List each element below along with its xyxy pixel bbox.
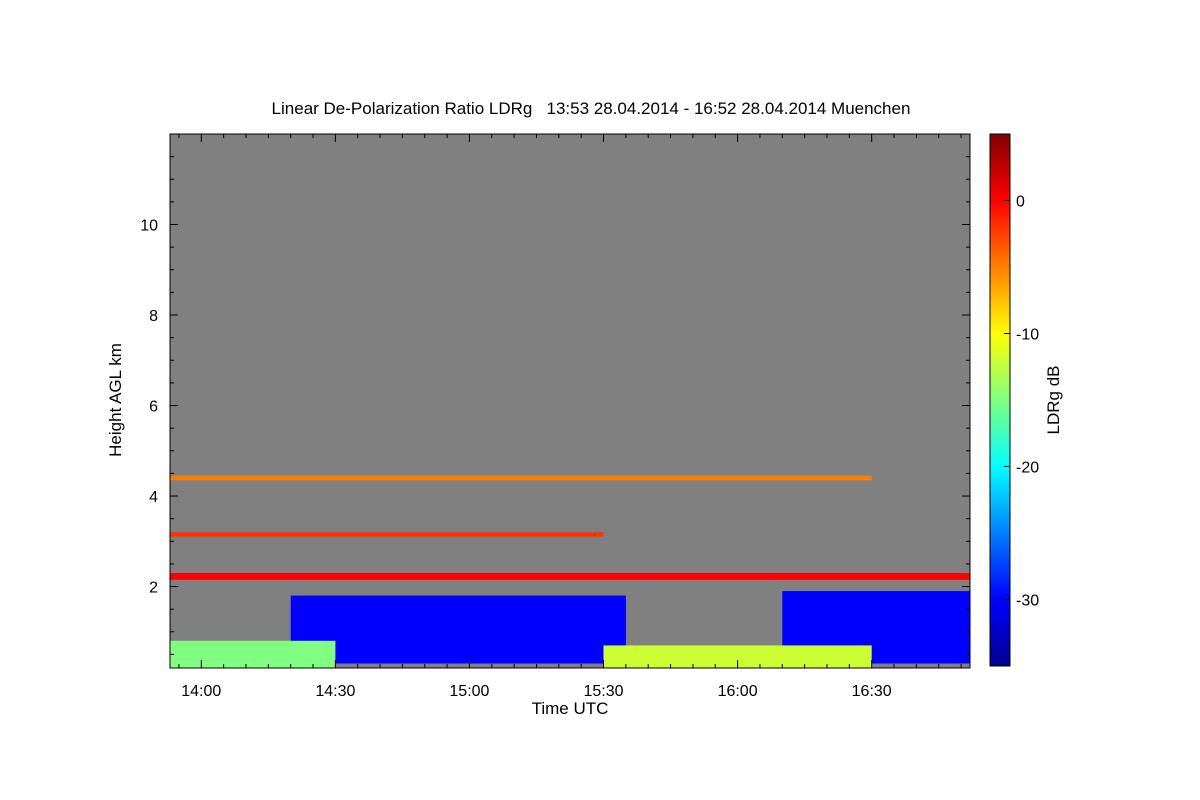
x-tick-label: 14:00 (181, 683, 221, 700)
x-tick-label: 16:30 (852, 683, 892, 700)
colorbar-gradient (989, 133, 1011, 667)
colorbar-label: LDRg dB (1044, 366, 1063, 435)
y-axis-label: Height AGL km (106, 343, 125, 457)
y-tick-label: 10 (140, 218, 158, 235)
chart: Linear De-Polarization Ratio LDRg 13:53 … (106, 99, 1063, 718)
y-tick-label: 8 (149, 308, 158, 325)
colorbar: 0 -10 -20 -30 LDRg dB (989, 133, 1063, 667)
y-tick-label: 6 (149, 399, 158, 416)
data-region-6 (170, 573, 970, 580)
plot-area (169, 133, 971, 669)
colorbar-tick-label: -30 (1016, 593, 1039, 610)
x-tick-label: 15:30 (583, 683, 623, 700)
data-region-0 (290, 595, 626, 664)
data-region-4 (170, 475, 872, 481)
colorbar-tick-label: -10 (1016, 327, 1039, 344)
x-tick-label: 15:00 (449, 683, 489, 700)
x-axis-label: Time UTC (532, 699, 609, 718)
x-tick-label: 14:30 (315, 683, 355, 700)
colorbar-tick-label: -20 (1016, 460, 1039, 477)
data-region-5 (170, 532, 604, 537)
y-tick-label: 2 (149, 580, 158, 597)
plot-background (170, 134, 970, 668)
y-tick-label: 4 (149, 489, 158, 506)
colorbar-tick-label: 0 (1016, 194, 1025, 211)
data-region-2 (170, 640, 336, 668)
x-tick-label: 16:00 (718, 683, 758, 700)
chart-title: Linear De-Polarization Ratio LDRg 13:53 … (272, 99, 911, 118)
